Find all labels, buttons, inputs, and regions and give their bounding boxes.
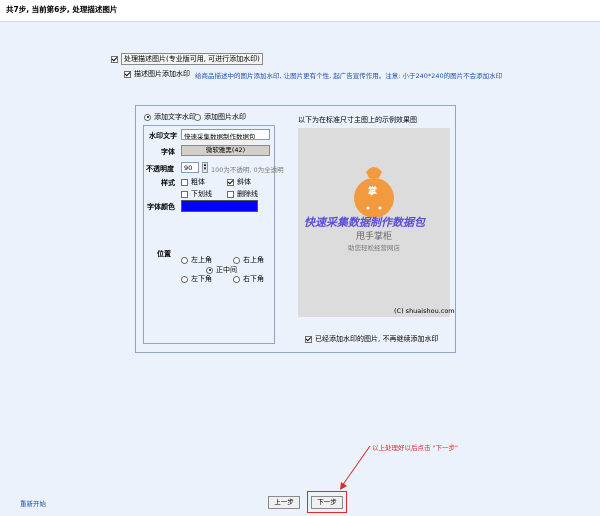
font-button[interactable]: 微软雅黑(42) [181, 145, 270, 156]
skip-watermarked-checkbox[interactable] [305, 335, 312, 343]
add-watermark-checkbox[interactable] [124, 70, 131, 78]
pos-bottom-left-option[interactable]: 左下角 [181, 274, 212, 284]
opacity-stepper[interactable]: 90 ▴ ▾ [181, 162, 208, 173]
prev-button[interactable]: 上一步 [268, 496, 300, 509]
bold-label: 粗体 [191, 178, 205, 186]
process-desc-images-option[interactable]: 处理描述图片(专业版可用, 可进行添加水印) [111, 53, 263, 65]
underline-label: 下划线 [191, 190, 212, 198]
annotation-text: 以上处理好以后点击 "下一步" [372, 444, 459, 452]
logo-char: 掌 [368, 187, 378, 197]
opacity-label: 不透明度 [146, 165, 174, 173]
brand-name: 甩手掌柜 [356, 232, 393, 242]
pos-center-radio[interactable] [206, 266, 213, 274]
watermark-hint: 给商品描述中的图片添加水印, 让图片更有个性, 起广告宣传作用。注意: 小于24… [195, 72, 503, 80]
preview-image: 掌 快速采集数据制作数据包 甩手掌柜 助您轻松经营网店 (C) shuaisho… [298, 128, 455, 317]
add-watermark-option[interactable]: 描述图片添加水印 [124, 69, 190, 79]
brand-slogan: 助您轻松经营网店 [348, 244, 400, 252]
opacity-hint: 100为不透明, 0为全透明 [211, 166, 284, 174]
pos-top-right-radio[interactable] [233, 256, 240, 264]
pos-top-left-label: 左上角 [191, 256, 212, 264]
pos-bottom-right-label: 右下角 [243, 275, 264, 283]
copyright: (C) shuaishou.com [394, 307, 455, 315]
next-button[interactable]: 下一步 [311, 496, 343, 509]
position-label: 位置 [157, 250, 171, 258]
type-image-option[interactable]: 添加图片水印 [194, 112, 246, 122]
type-image-radio[interactable] [194, 113, 201, 121]
type-text-radio[interactable] [144, 113, 151, 121]
strikethrough-option[interactable]: 删除线 [227, 189, 258, 199]
pos-bottom-right-option[interactable]: 右下角 [233, 274, 264, 284]
text-settings-box [143, 125, 275, 344]
watermark-text-input[interactable]: 快速采集数据制作数据包 [181, 129, 270, 140]
font-label: 字体 [161, 148, 175, 156]
bold-checkbox[interactable] [181, 178, 188, 186]
pos-top-right-label: 右上角 [243, 256, 264, 264]
type-text-option[interactable]: 添加文字水印 [144, 112, 196, 122]
type-text-label: 添加文字水印 [154, 113, 196, 121]
opacity-input[interactable]: 90 [181, 162, 199, 173]
underline-checkbox[interactable] [181, 190, 188, 198]
pos-bottom-left-label: 左下角 [191, 275, 212, 283]
process-desc-images-checkbox[interactable] [111, 55, 118, 63]
type-image-label: 添加图片水印 [204, 113, 246, 121]
annotation-arrow-icon [340, 445, 371, 490]
skip-watermarked-option[interactable]: 已经添加水印的图片, 不再继续添加水印 [305, 334, 438, 344]
pos-top-left-option[interactable]: 左上角 [181, 255, 212, 265]
strikethrough-checkbox[interactable] [227, 190, 234, 198]
restart-link[interactable]: 重新开始 [20, 498, 46, 508]
italic-checkbox[interactable] [227, 178, 234, 186]
pos-top-left-radio[interactable] [181, 256, 188, 264]
preview-caption: 以下为在标准尺寸主图上的示例效果图 [298, 116, 417, 124]
font-color-swatch[interactable] [181, 200, 258, 212]
preview-watermark-text: 快速采集数据制作数据包 [304, 216, 425, 229]
opacity-spin-icon[interactable]: ▴ ▾ [202, 162, 208, 173]
add-watermark-label: 描述图片添加水印 [134, 70, 190, 78]
style-label: 样式 [161, 179, 175, 187]
pos-bottom-left-radio[interactable] [181, 275, 188, 283]
underline-option[interactable]: 下划线 [181, 189, 212, 199]
bold-option[interactable]: 粗体 [181, 177, 205, 187]
italic-option[interactable]: 斜体 [227, 177, 251, 187]
watermark-text-label: 水印文字 [149, 132, 177, 140]
pos-top-right-option[interactable]: 右上角 [233, 255, 264, 265]
step-title: 共7步, 当前第6步, 处理描述图片 [0, 0, 600, 22]
italic-label: 斜体 [237, 178, 251, 186]
skip-watermarked-label: 已经添加水印的图片, 不再继续添加水印 [315, 335, 439, 343]
pos-bottom-right-radio[interactable] [233, 275, 240, 283]
process-desc-images-label: 处理描述图片(专业版可用, 可进行添加水印) [121, 53, 263, 65]
strikethrough-label: 删除线 [237, 190, 258, 198]
font-color-label: 字体颜色 [147, 203, 175, 211]
